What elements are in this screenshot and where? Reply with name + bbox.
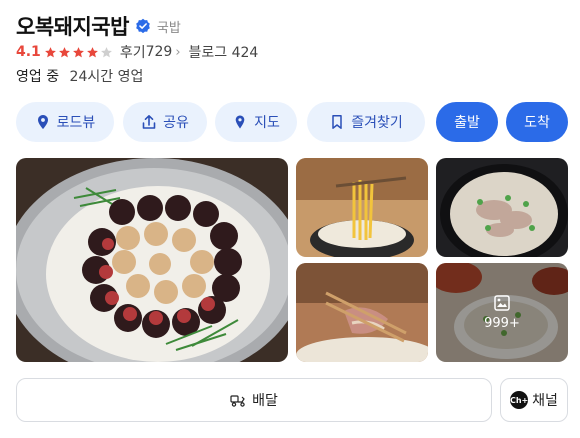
review-label: 후기 [119,45,146,61]
star-icon [86,46,98,57]
place-name[interactable]: 오복돼지국밥 [16,11,129,41]
open-status: 영업 중 [16,69,60,85]
verified-badge-icon [136,18,150,34]
soup-photo[interactable] [436,158,568,257]
more-photos-tile[interactable]: 999+ [436,263,568,362]
rating-stars [44,46,114,59]
star-empty-icon [100,46,112,57]
review-count: 729 [145,44,173,60]
share-button[interactable]: 공유 [123,102,207,142]
more-photos-overlay: 999+ [436,263,568,362]
rating-row: 4.1 후기 729 › 블로그 424 [16,43,258,61]
star-icon [72,46,84,57]
business-status: 영업 중 24시간 영업 [16,66,143,86]
channel-label: 채널 [532,393,558,409]
noodle-photo[interactable] [296,158,428,257]
meat-chopsticks-image [296,263,428,362]
blog-label: 블로그 [188,45,228,61]
category-label: 국밥 [156,20,181,36]
bookmark-button[interactable]: 즐겨찾기 [307,102,425,142]
delivery-label: 배달 [252,393,278,409]
delivery-scooter-icon [230,395,245,407]
channel-button[interactable]: Ch+ 채널 [500,378,568,422]
review-link[interactable]: 후기 729 › [120,42,189,62]
meat-photo[interactable] [296,263,428,362]
roadview-label: 로드뷰 [56,115,96,131]
share-icon [142,115,156,129]
noodle-image [296,158,428,257]
image-gallery-icon [494,295,510,311]
delivery-button[interactable]: 배달 [16,378,492,422]
departure-button[interactable]: 출발 [436,102,498,142]
action-buttons: 로드뷰 공유 지도 즐겨찾기 출발 도착 [16,102,568,142]
share-label: 공유 [163,115,189,131]
arrival-button[interactable]: 도착 [506,102,568,142]
business-hours: 24시간 영업 [69,69,144,85]
map-button[interactable]: 지도 [215,102,297,142]
map-label: 지도 [254,115,280,131]
bookmark-label: 즐겨찾기 [351,115,403,131]
blog-link[interactable]: 블로그 424 [189,42,259,62]
kakao-channel-icon: Ch+ [510,391,528,409]
bookmark-icon [332,115,342,129]
location-pin-icon [37,115,48,129]
star-icon [44,46,56,57]
departure-label: 출발 [454,115,480,131]
blog-count: 424 [231,45,259,61]
chevron-right-icon: › [175,44,181,60]
map-pin-icon [235,115,245,129]
title-row: 오복돼지국밥 국밥 [16,12,181,40]
roadview-button[interactable]: 로드뷰 [16,102,114,142]
arrival-label: 도착 [524,115,550,131]
rating-score: 4.1 [16,44,41,60]
main-photo[interactable] [16,158,288,362]
sundae-platter-image [16,158,288,362]
more-photos-count: 999+ [484,316,520,331]
soup-bowl-image [436,158,568,257]
star-icon [58,46,70,57]
